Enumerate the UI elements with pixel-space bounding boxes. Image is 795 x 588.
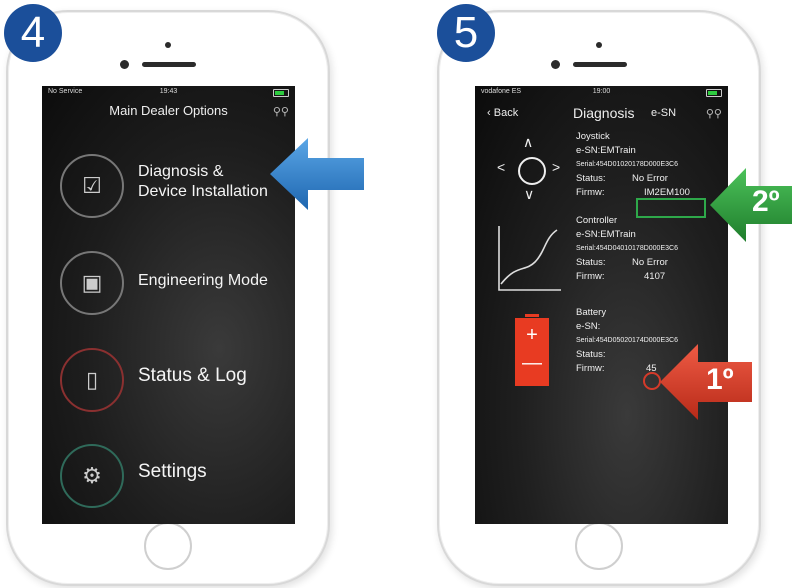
chevron-up-icon: ∧: [523, 134, 534, 150]
joystick-heading: Joystick: [576, 131, 610, 142]
controller-status-value: No Error: [632, 257, 668, 268]
joystick-graphic: ∧ < > ∨: [495, 134, 565, 204]
minus-sign-icon: —: [522, 352, 542, 374]
page-title: Main Dealer Options: [109, 103, 228, 118]
menu-label-settings: Settings: [138, 461, 207, 482]
firmw-label: Firmw:: [576, 363, 605, 374]
speaker-grille: [142, 62, 196, 67]
menu-item-engineering-mode[interactable]: ▣ Engineering Mode: [60, 251, 290, 323]
menu-label-line2: Device Installation: [138, 183, 268, 200]
controller-firmw-value: 4107: [644, 271, 666, 282]
step-badge-5: 5: [437, 4, 495, 62]
camera-dot: [165, 42, 171, 48]
battery-status-icon: [273, 89, 289, 97]
page-title: Diagnosis: [573, 105, 635, 121]
camera-dot: [596, 42, 602, 48]
front-camera: [551, 60, 560, 69]
status-label: Status:: [576, 349, 606, 360]
battery-status-icon: [706, 89, 722, 97]
firmware-highlight-box: [636, 198, 706, 218]
step-badge-4: 4: [4, 4, 62, 62]
status-label: Status:: [576, 257, 606, 268]
menu-label-diagnosis: Diagnosis & Device Installation: [138, 162, 268, 202]
callout-label-2nd: 2º: [752, 185, 780, 218]
status-bar: vodafone ES 19:00: [475, 86, 728, 98]
chevron-right-icon: >: [552, 159, 561, 175]
menu-item-status-log[interactable]: ▯ Status & Log: [60, 348, 290, 420]
bike-icon[interactable]: ⚲⚲: [706, 107, 722, 120]
battery-graphic-icon: + —: [515, 314, 549, 386]
menu-label-line1: Diagnosis &: [138, 163, 224, 180]
chevron-down-icon: ∨: [524, 186, 535, 202]
speaker-grille: [573, 62, 627, 67]
home-button[interactable]: [144, 522, 192, 570]
controller-esn: e-SN:EMTrain: [576, 229, 636, 240]
torque-curve-icon: [498, 226, 561, 291]
bike-icon[interactable]: ⚲⚲: [273, 105, 289, 118]
battery-cap: [525, 314, 539, 317]
firmw-label: Firmw:: [576, 187, 605, 198]
controller-info: Controller e-SN:EMTrain Serial:454D04010…: [576, 214, 678, 284]
esn-button[interactable]: e-SN: [651, 107, 676, 119]
controller-serial: Serial:454D04010178D000E3C6: [576, 245, 678, 252]
firmw-label: Firmw:: [576, 271, 605, 282]
chip-icon: ▣: [60, 251, 124, 315]
front-camera: [120, 60, 129, 69]
battery-icon: ▯: [60, 348, 124, 412]
blue-pointer-arrow: [270, 138, 364, 210]
status-bar: No Service 19:43: [42, 86, 295, 98]
checklist-icon: ☑: [60, 154, 124, 218]
diagnosis-screen: vodafone ES 19:00 ‹ Back Diagnosis e-SN …: [475, 86, 728, 524]
joystick-status-value: No Error: [632, 173, 668, 184]
joystick-esn: e-SN:EMTrain: [576, 145, 636, 156]
battery-esn: e-SN:: [576, 321, 601, 332]
chevron-left-icon: <: [497, 159, 506, 175]
joystick-ring: [518, 157, 546, 185]
menu-label-engineering: Engineering Mode: [138, 272, 268, 289]
joystick-info: Joystick e-SN:EMTrain Serial:454D0102017…: [576, 130, 690, 200]
status-label: Status:: [576, 173, 606, 184]
green-callout-arrow: [710, 168, 792, 242]
menu-item-settings[interactable]: ⚙ Settings: [60, 444, 290, 516]
clock-text: 19:43: [159, 88, 178, 95]
callout-label-1st: 1º: [706, 363, 734, 396]
nav-bar: ‹ Back Diagnosis e-SN ⚲⚲: [475, 103, 728, 123]
menu-label-status-log: Status & Log: [138, 365, 247, 386]
back-button[interactable]: ‹ Back: [487, 107, 518, 119]
plus-sign-icon: +: [526, 324, 538, 346]
main-dealer-options-screen: No Service 19:43 Main Dealer Options ⚲⚲ …: [42, 86, 295, 524]
home-button[interactable]: [575, 522, 623, 570]
gear-icon: ⚙: [60, 444, 124, 508]
back-label: Back: [493, 107, 519, 119]
menu-item-diagnosis[interactable]: ☑ Diagnosis & Device Installation: [60, 154, 290, 226]
clock-text: 19:00: [592, 88, 611, 95]
battery-heading: Battery: [576, 307, 607, 318]
joystick-serial: Serial:454D01020178D000E3C6: [576, 161, 678, 168]
